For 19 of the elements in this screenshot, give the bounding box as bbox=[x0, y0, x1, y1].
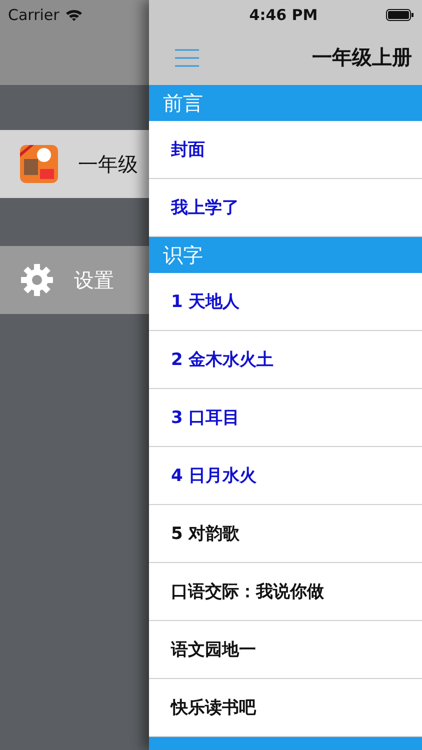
status-time: 4:46 PM bbox=[249, 6, 318, 24]
menu-icon[interactable] bbox=[175, 48, 199, 68]
lesson-item[interactable]: 4 日月水火 bbox=[149, 447, 422, 505]
book-cover-icon bbox=[20, 145, 58, 183]
lesson-item[interactable]: 1 天地人 bbox=[149, 273, 422, 331]
section-header: 前言 bbox=[149, 85, 422, 121]
lesson-item[interactable]: 封面 bbox=[149, 121, 422, 179]
lesson-item[interactable]: 5 对韵歌 bbox=[149, 505, 422, 563]
settings-icon bbox=[20, 263, 54, 297]
battery-icon bbox=[386, 9, 414, 21]
lesson-item[interactable]: 口语交际：我说你做 bbox=[149, 563, 422, 621]
lesson-item[interactable]: 语文园地一 bbox=[149, 621, 422, 679]
lesson-item[interactable]: 3 口耳目 bbox=[149, 389, 422, 447]
lesson-item[interactable]: 2 金木水火土 bbox=[149, 331, 422, 389]
nav-title: 一年级上册 bbox=[312, 44, 412, 71]
drawer-item[interactable]: 一年级 bbox=[0, 130, 149, 198]
section-header: 识字 bbox=[149, 237, 422, 273]
wifi-icon bbox=[65, 8, 84, 22]
carrier-label: Carrier bbox=[8, 6, 60, 24]
